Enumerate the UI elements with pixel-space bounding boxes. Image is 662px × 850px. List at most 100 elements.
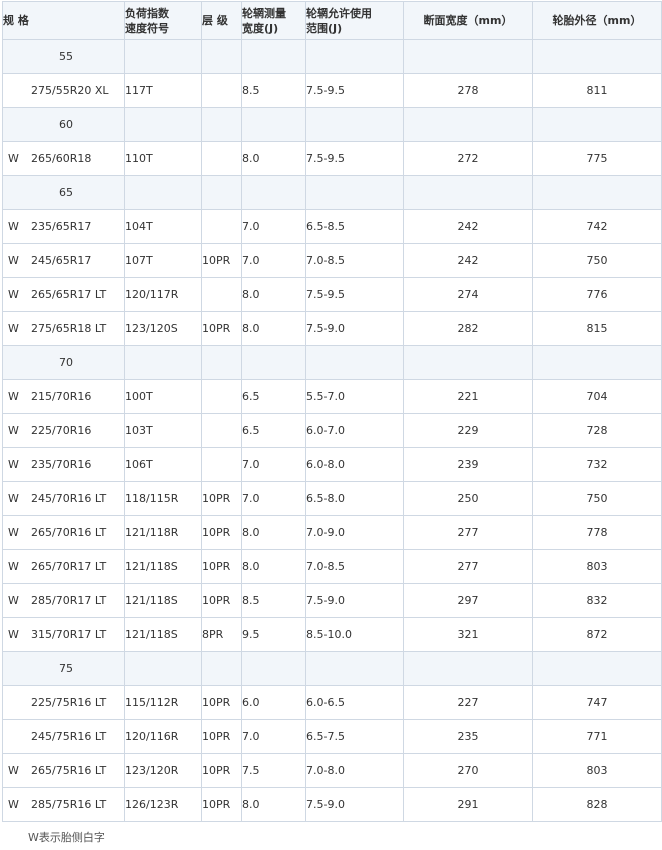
empty-cell (305, 651, 404, 686)
empty-cell (124, 651, 202, 686)
group-label: 60 (59, 118, 73, 131)
ply-cell: 10PR (201, 311, 242, 346)
empty-cell (241, 175, 306, 210)
spec-cell: W 315/70R17 LT (2, 617, 125, 652)
empty-cell (201, 107, 242, 142)
outer-diameter-cell: 750 (532, 481, 662, 516)
empty-cell (532, 107, 662, 142)
table-row: W 285/70R17 LT 121/118S 10PR 8.5 7.5-9.0 297 83… (2, 583, 662, 618)
tire-size: 275/55R20 XL (31, 84, 109, 97)
white-letter-mark: W (8, 322, 19, 335)
empty-cell (532, 39, 662, 74)
section-width-cell: 277 (403, 515, 533, 550)
table-row: W 245/65R17 107T 10PR 7.0 7.0-8.5 242 750 (2, 243, 662, 278)
rim-range-cell: 6.5-8.5 (305, 209, 404, 244)
section-width-cell: 250 (403, 481, 533, 516)
outer-diameter-cell: 776 (532, 277, 662, 312)
rim-range-cell: 5.5-7.0 (305, 379, 404, 414)
load-speed-cell: 123/120R (124, 753, 202, 788)
white-letter-mark: W (8, 254, 19, 267)
ply-cell: 8PR (201, 617, 242, 652)
empty-cell (124, 39, 202, 74)
empty-cell (305, 345, 404, 380)
load-speed-cell: 103T (124, 413, 202, 448)
rim-width-cell: 9.5 (241, 617, 306, 652)
rim-range-cell: 7.5-9.0 (305, 787, 404, 822)
empty-cell (403, 107, 533, 142)
spec-cell: W 265/60R18 (2, 141, 125, 176)
group-row: 60 (2, 107, 662, 142)
empty-cell (241, 39, 306, 74)
rim-width-cell: 6.5 (241, 379, 306, 414)
load-speed-cell: 106T (124, 447, 202, 482)
empty-cell (124, 345, 202, 380)
rim-width-cell: 7.0 (241, 209, 306, 244)
ply-cell: 10PR (201, 753, 242, 788)
empty-cell (403, 175, 533, 210)
header-spec: 规 格 (2, 1, 125, 40)
white-letter-mark: W (8, 492, 19, 505)
section-width-cell: 272 (403, 141, 533, 176)
header-row: 规 格 负荷指数 速度符号 层 级 轮辋测量 宽度(J) 轮辋允许使用 范围(J) 断… (2, 1, 662, 40)
white-letter-mark: W (8, 526, 19, 539)
section-width-cell: 282 (403, 311, 533, 346)
header-section-width: 断面宽度（mm） (403, 1, 533, 40)
empty-cell (403, 39, 533, 74)
ply-cell: 10PR (201, 685, 242, 720)
section-width-cell: 297 (403, 583, 533, 618)
white-letter-mark: W (8, 458, 19, 471)
tire-size: 265/70R17 LT (31, 560, 107, 573)
rim-width-cell: 8.5 (241, 583, 306, 618)
tire-size: 285/70R17 LT (31, 594, 107, 607)
outer-diameter-cell: 803 (532, 549, 662, 584)
tire-size: 275/65R18 LT (31, 322, 107, 335)
tire-size: 245/75R16 LT (31, 730, 107, 743)
tire-size: 225/75R16 LT (31, 696, 107, 709)
group-cell: 75 (2, 651, 125, 686)
table-row: W 265/75R16 LT 123/120R 10PR 7.5 7.0-8.0 270 80… (2, 753, 662, 788)
rim-width-cell: 7.0 (241, 447, 306, 482)
rim-range-cell: 7.5-9.5 (305, 277, 404, 312)
rim-range-cell: 8.5-10.0 (305, 617, 404, 652)
rim-width-cell: 6.5 (241, 413, 306, 448)
load-speed-cell: 110T (124, 141, 202, 176)
tire-size: 225/70R16 (31, 424, 92, 437)
load-speed-cell: 126/123R (124, 787, 202, 822)
table-row: W 235/65R17 104T 7.0 6.5-8.5 242 742 (2, 209, 662, 244)
load-speed-cell: 115/112R (124, 685, 202, 720)
rim-range-cell: 6.5-7.5 (305, 719, 404, 754)
section-width-cell: 242 (403, 209, 533, 244)
outer-diameter-cell: 771 (532, 719, 662, 754)
white-letter-mark: W (8, 424, 19, 437)
table-row: 245/75R16 LT 120/116R 10PR 7.0 6.5-7.5 235 771 (2, 719, 662, 754)
rim-width-cell: 8.0 (241, 141, 306, 176)
outer-diameter-cell: 828 (532, 787, 662, 822)
load-speed-cell: 121/118S (124, 617, 202, 652)
load-speed-cell: 118/115R (124, 481, 202, 516)
ply-cell: 10PR (201, 243, 242, 278)
rim-range-cell: 7.0-8.5 (305, 243, 404, 278)
rim-range-cell: 6.0-7.0 (305, 413, 404, 448)
empty-cell (241, 107, 306, 142)
outer-diameter-cell: 704 (532, 379, 662, 414)
ply-cell: 10PR (201, 481, 242, 516)
outer-diameter-cell: 775 (532, 141, 662, 176)
white-letter-mark: W (8, 390, 19, 403)
footnote: W表示胎侧白字 (28, 831, 105, 844)
spec-cell: 275/55R20 XL (2, 73, 125, 108)
white-letter-mark: W (8, 560, 19, 573)
table-row: 225/75R16 LT 115/112R 10PR 6.0 6.0-6.5 227 747 (2, 685, 662, 720)
section-width-cell: 270 (403, 753, 533, 788)
ply-cell: 10PR (201, 583, 242, 618)
ply-cell (201, 141, 242, 176)
rim-width-cell: 8.5 (241, 73, 306, 108)
empty-cell (532, 345, 662, 380)
rim-width-cell: 7.0 (241, 481, 306, 516)
table-row: W 265/60R18 110T 8.0 7.5-9.5 272 775 (2, 141, 662, 176)
table-row: W 315/70R17 LT 121/118S 8PR 9.5 8.5-10.0 321 87… (2, 617, 662, 652)
section-width-cell: 239 (403, 447, 533, 482)
tire-size: 315/70R17 LT (31, 628, 107, 641)
table-row: W 225/70R16 103T 6.5 6.0-7.0 229 728 (2, 413, 662, 448)
spec-cell: 225/75R16 LT (2, 685, 125, 720)
tire-size: 265/75R16 LT (31, 764, 107, 777)
